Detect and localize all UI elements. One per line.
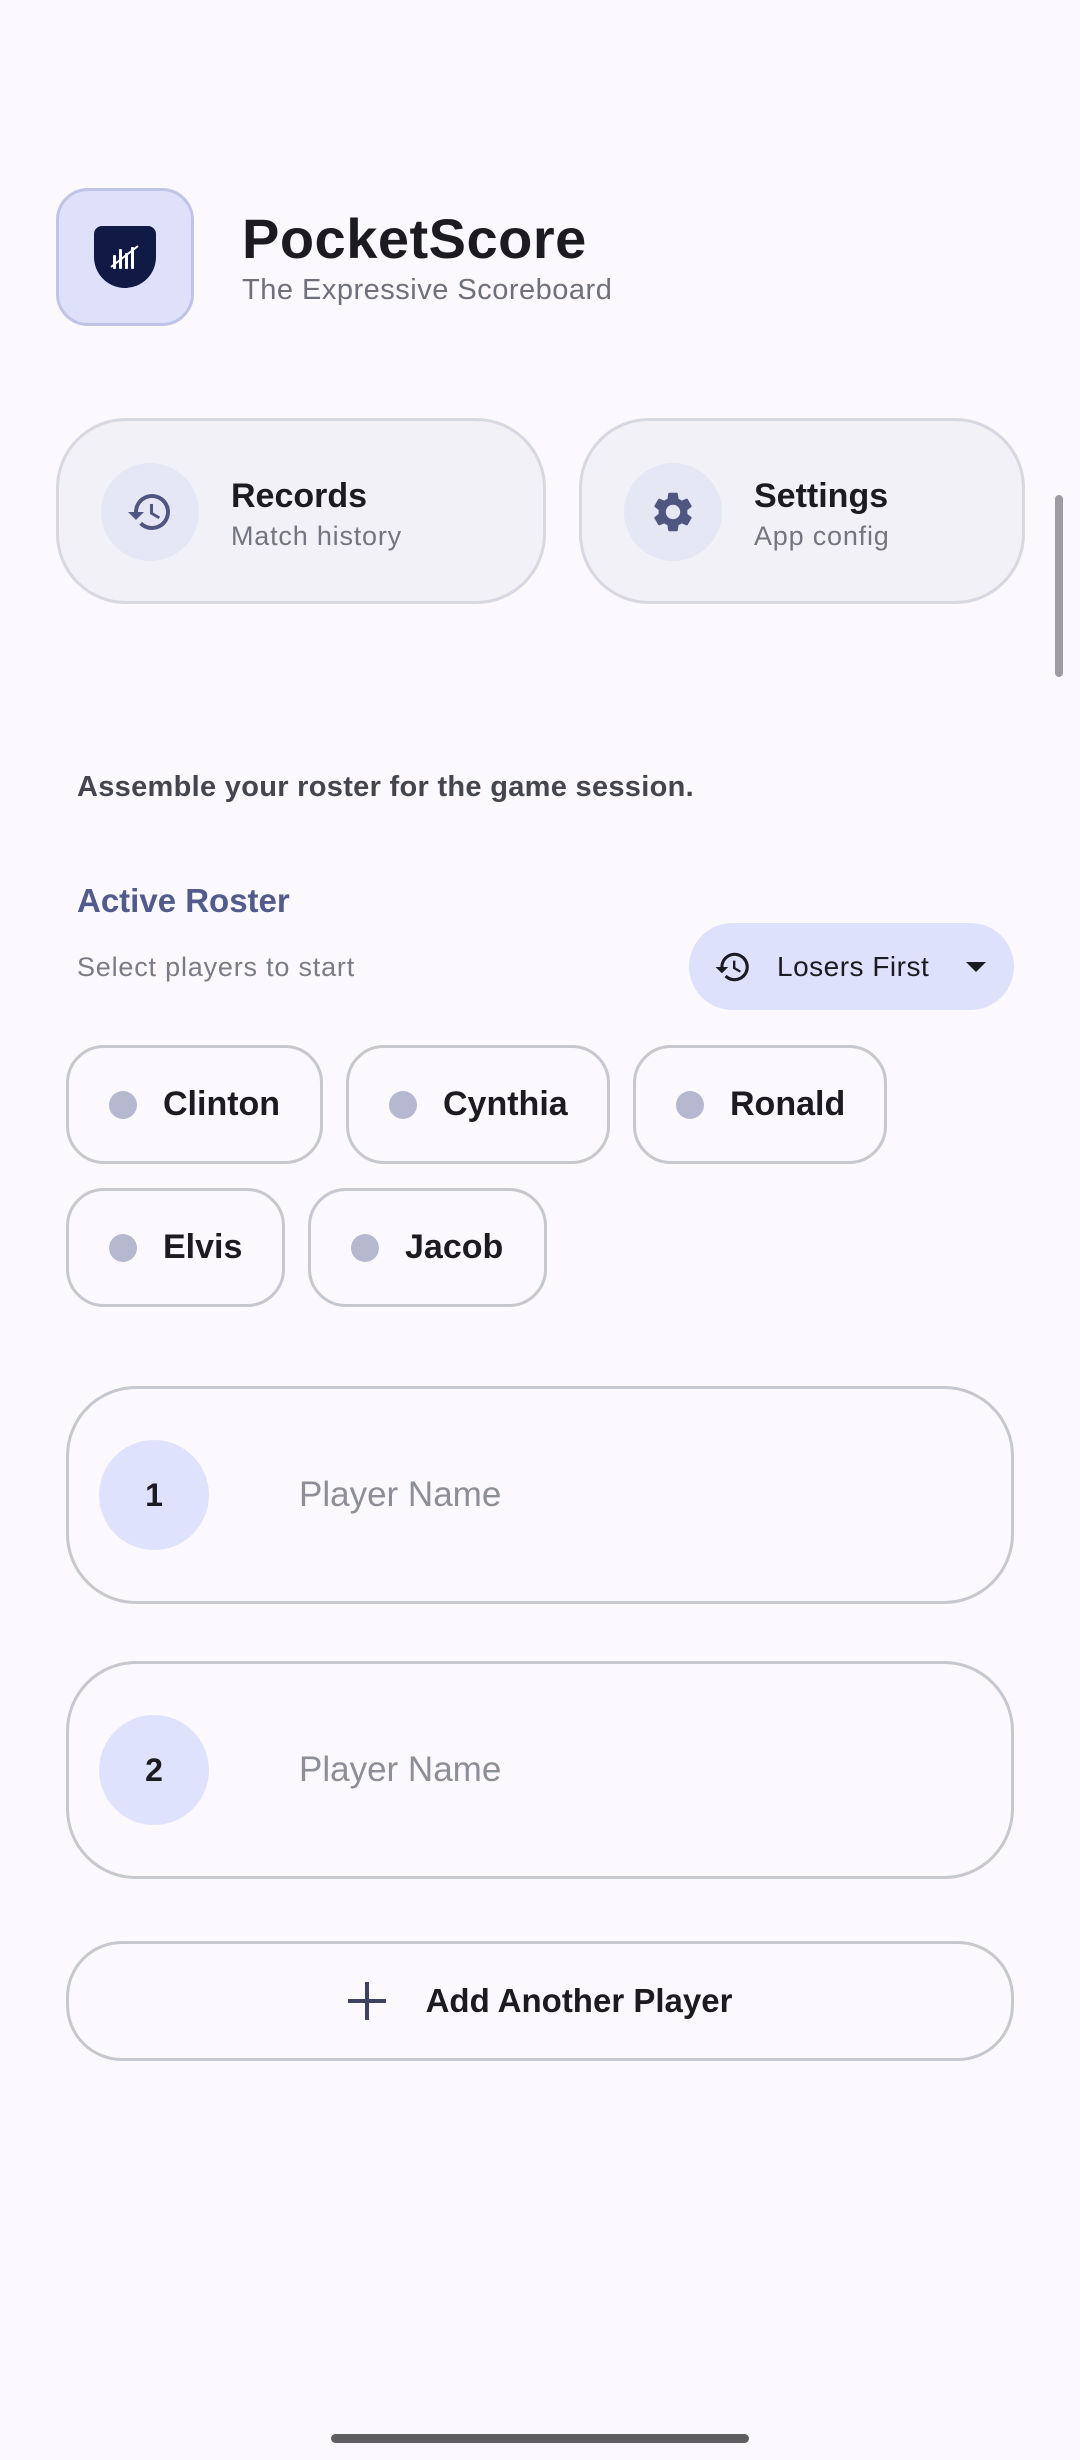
- history-icon: [101, 463, 199, 561]
- roster-chip-clinton[interactable]: Clinton: [66, 1045, 323, 1164]
- settings-label: Settings: [754, 477, 889, 515]
- chip-label: Cynthia: [443, 1085, 568, 1123]
- records-button[interactable]: Records Match history: [56, 418, 546, 604]
- chip-status-dot: [351, 1233, 379, 1262]
- roster-chip-ronald[interactable]: Ronald: [633, 1045, 887, 1164]
- records-label: Records: [231, 477, 368, 515]
- records-sublabel: Match history: [231, 521, 402, 551]
- add-player-button[interactable]: Add Another Player: [66, 1941, 1014, 2061]
- scoreboard-shield-icon: [94, 226, 156, 288]
- roster-chip-cynthia[interactable]: Cynthia: [346, 1045, 610, 1164]
- chip-label: Jacob: [405, 1228, 504, 1266]
- player-number-badge: 1: [99, 1440, 209, 1550]
- roster-title: Active Roster: [77, 882, 290, 919]
- player-entry-2: 2: [66, 1661, 1014, 1879]
- roster-subtitle: Select players to start: [77, 952, 356, 982]
- app-logo: [56, 188, 194, 326]
- chip-label: Ronald: [730, 1085, 846, 1123]
- roster-chip-elvis[interactable]: Elvis: [66, 1188, 285, 1307]
- player-name-input[interactable]: [297, 1459, 901, 1531]
- app-title: PocketScore: [242, 207, 587, 270]
- sort-order-dropdown[interactable]: Losers First: [689, 923, 1014, 1010]
- settings-button[interactable]: Settings App config: [579, 418, 1025, 604]
- chip-status-dot: [109, 1233, 137, 1262]
- chip-status-dot: [676, 1090, 704, 1119]
- roster-chip-jacob[interactable]: Jacob: [308, 1188, 547, 1307]
- chip-status-dot: [109, 1090, 137, 1119]
- sort-order-label: Losers First: [777, 950, 930, 982]
- chip-label: Clinton: [163, 1085, 281, 1123]
- scrollbar[interactable]: [1055, 495, 1063, 677]
- app-subtitle: The Expressive Scoreboard: [242, 274, 613, 306]
- history-icon: [713, 947, 753, 987]
- gear-icon: [624, 463, 722, 561]
- settings-sublabel: App config: [754, 521, 890, 551]
- chip-label: Elvis: [163, 1228, 243, 1266]
- player-entry-1: 1: [66, 1386, 1014, 1604]
- home-indicator[interactable]: [331, 2434, 749, 2443]
- add-player-label: Add Another Player: [425, 1982, 733, 2019]
- instructions-text: Assemble your roster for the game sessio…: [77, 771, 694, 803]
- chip-status-dot: [389, 1090, 417, 1119]
- player-name-input[interactable]: [297, 1734, 901, 1806]
- player-number-badge: 2: [99, 1715, 209, 1825]
- dropdown-arrow-icon: [966, 961, 986, 972]
- plus-icon: [347, 1982, 386, 2020]
